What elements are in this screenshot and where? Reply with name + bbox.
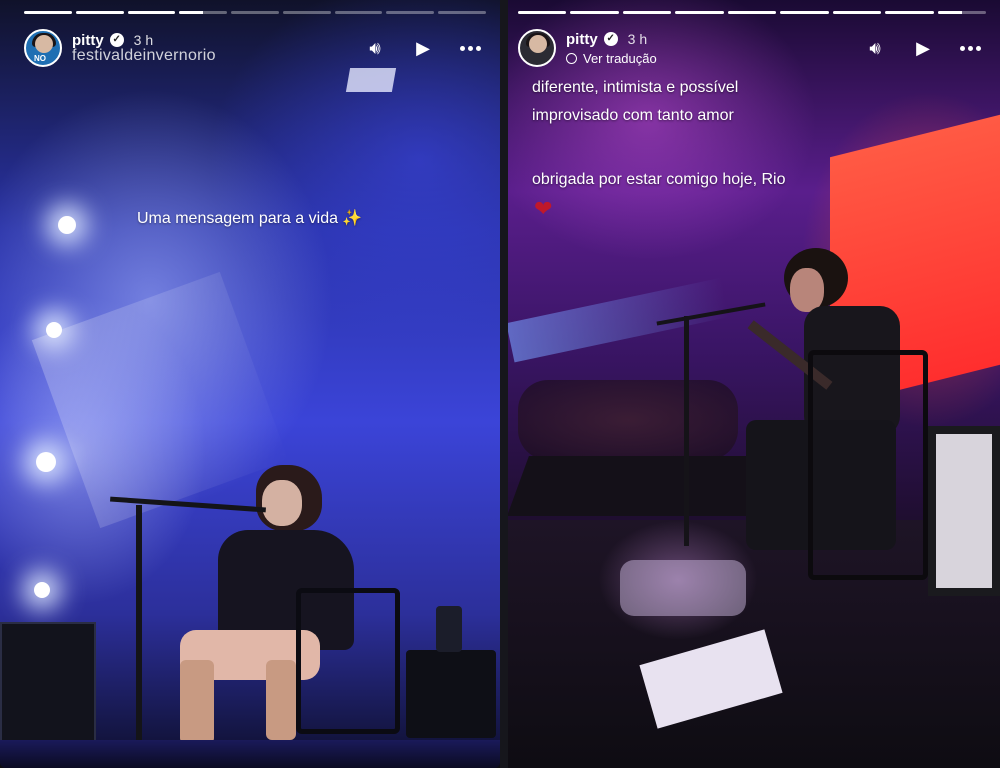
monitor-speaker xyxy=(406,650,496,738)
volume-icon[interactable]: 🔊︎ xyxy=(864,38,886,59)
progress-fill xyxy=(179,11,204,14)
globe-icon xyxy=(566,52,577,64)
volume-icon[interactable]: 🔊︎ xyxy=(364,38,386,59)
story-caption-line: improvisado com tanto amor xyxy=(532,107,734,124)
progress-segment xyxy=(937,11,986,14)
translate-label: Ver tradução xyxy=(583,50,657,66)
progress-fill xyxy=(832,11,882,14)
progress-segment xyxy=(675,11,724,14)
orchestra xyxy=(518,380,738,460)
progress-segment xyxy=(334,11,383,14)
more-icon[interactable] xyxy=(960,45,982,51)
story-right[interactable]: pitty ✓ 3 h Ver tradução 🔊︎ ▶ diferente,… xyxy=(508,0,1000,768)
story-caption: Uma mensagem para a vida ✨ xyxy=(137,210,363,227)
singer-face xyxy=(262,480,302,526)
progress-segment xyxy=(727,11,777,14)
avatar-badge: NO xyxy=(34,54,46,63)
user-block: pitty ✓ 3 h Ver tradução xyxy=(566,31,657,66)
verified-icon: ✓ xyxy=(603,32,618,46)
light-beams xyxy=(31,271,289,529)
username[interactable]: pitty xyxy=(566,31,598,48)
progress-fill xyxy=(885,11,934,14)
progress-segment xyxy=(570,11,619,14)
story-controls: 🔊︎ ▶ xyxy=(864,38,982,59)
progress-fill xyxy=(127,11,176,14)
post-time: 3 h xyxy=(627,31,648,47)
cup xyxy=(436,606,462,652)
story-caption-line: obrigada por estar comigo hoje, Rio xyxy=(532,171,786,188)
mic-stand xyxy=(684,316,689,546)
story-caption-line: diferente, intimista e possível xyxy=(532,79,739,96)
progress-segment xyxy=(780,11,829,14)
progress-fill xyxy=(570,11,619,14)
user-block: pitty ✓ 3 h festivaldeinvernorio xyxy=(72,32,216,65)
avatar[interactable]: NO xyxy=(24,29,62,67)
progress-segment xyxy=(885,11,934,14)
progress-segment xyxy=(386,11,435,14)
stage-platform xyxy=(508,456,779,516)
guitarist-face xyxy=(790,268,824,312)
singer-boot xyxy=(180,660,214,744)
play-icon[interactable]: ▶ xyxy=(412,38,434,59)
progress-segment xyxy=(282,11,331,14)
singer-boot xyxy=(266,660,296,740)
progress-segment xyxy=(832,11,882,14)
avatar[interactable] xyxy=(518,29,556,67)
story-controls: 🔊︎ ▶ xyxy=(364,38,482,59)
progress-fill xyxy=(518,11,567,14)
stage-floor xyxy=(0,740,500,768)
progress-segment xyxy=(622,11,672,14)
verified-icon: ✓ xyxy=(109,33,124,47)
progress-fill xyxy=(780,11,829,14)
progress-segment xyxy=(179,11,228,14)
story-progress-bar xyxy=(518,11,986,14)
progress-fill xyxy=(75,11,124,14)
heart-icon: ❤ xyxy=(534,196,553,221)
progress-fill xyxy=(675,11,724,14)
progress-fill xyxy=(24,11,72,14)
mic-stand xyxy=(136,505,142,747)
play-icon[interactable]: ▶ xyxy=(912,38,934,59)
story-header: NO pitty ✓ 3 h festivaldeinvernorio 🔊︎ ▶ xyxy=(24,29,482,67)
progress-fill xyxy=(937,11,962,14)
progress-segment xyxy=(518,11,567,14)
stage-light xyxy=(34,582,50,598)
story-left[interactable]: NO pitty ✓ 3 h festivaldeinvernorio 🔊︎ ▶… xyxy=(0,0,500,768)
stage-beam xyxy=(508,277,730,363)
progress-segment xyxy=(231,11,279,14)
amplifier xyxy=(928,426,1000,596)
chair xyxy=(296,588,400,734)
story-progress-bar xyxy=(24,11,487,14)
translate-button[interactable]: Ver tradução xyxy=(566,51,657,66)
chair xyxy=(808,350,928,580)
story-divider xyxy=(500,0,508,768)
stage-light xyxy=(58,216,76,234)
progress-fill xyxy=(622,11,672,14)
stage-light xyxy=(36,452,56,472)
location-tag[interactable]: festivaldeinvernorio xyxy=(72,47,216,65)
progress-fill xyxy=(727,11,777,14)
progress-segment xyxy=(438,11,487,14)
progress-segment xyxy=(127,11,176,14)
light-truss xyxy=(345,68,397,92)
progress-segment xyxy=(75,11,124,14)
progress-segment xyxy=(24,11,72,14)
water-bottles xyxy=(620,560,746,616)
more-icon[interactable] xyxy=(460,45,482,51)
story-header: pitty ✓ 3 h Ver tradução 🔊︎ ▶ xyxy=(518,29,982,67)
